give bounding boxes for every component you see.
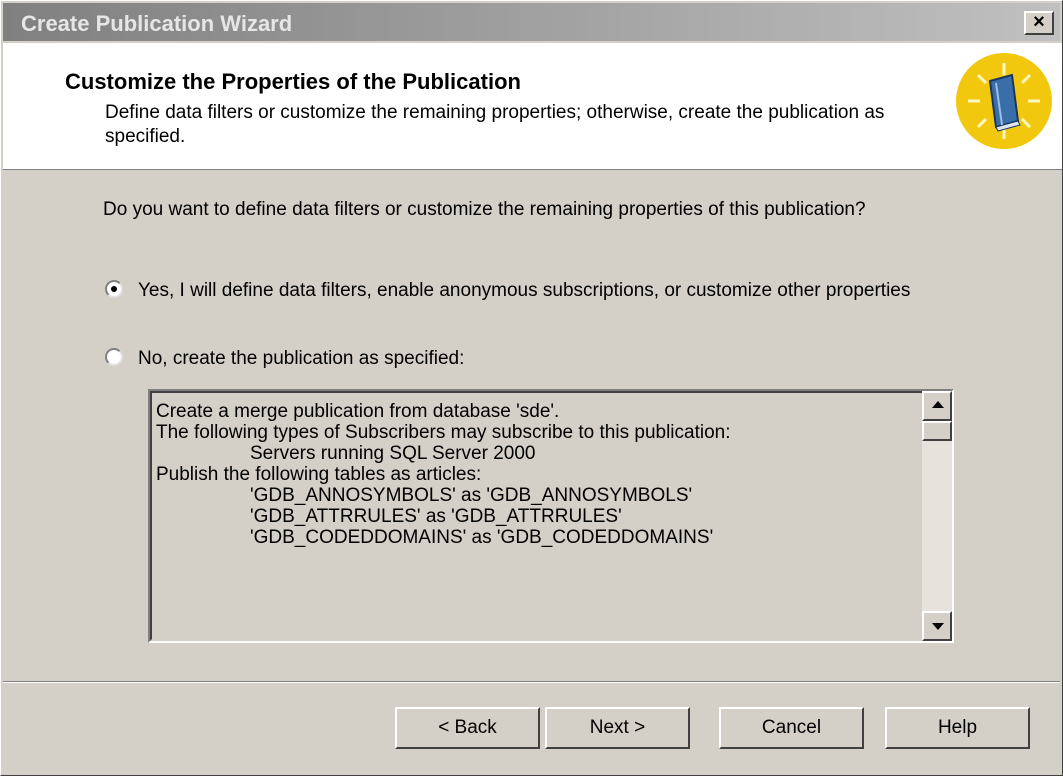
option-yes[interactable]: Yes, I will define data filters, enable … [105, 278, 925, 334]
publication-book-icon [956, 53, 1052, 149]
summary-line: 'GDB_ATTRRULES' as 'GDB_ATTRRULES' [250, 506, 622, 527]
summary-text: Create a merge publication from database… [156, 401, 916, 548]
summary-line: Servers running SQL Server 2000 [250, 443, 536, 464]
scroll-down-button[interactable] [922, 611, 952, 641]
arrow-down-icon [932, 623, 944, 630]
summary-line: Create a merge publication from database… [156, 401, 560, 422]
question-text: Do you want to define data filters or cu… [103, 199, 866, 220]
radio-no[interactable] [105, 348, 123, 366]
window-title: Create Publication Wizard [21, 11, 293, 36]
publication-summary[interactable]: Create a merge publication from database… [148, 389, 954, 643]
close-button[interactable]: × [1024, 11, 1054, 35]
cancel-button[interactable]: Cancel [719, 707, 864, 749]
wizard-header: Customize the Properties of the Publicat… [3, 43, 1062, 170]
radio-yes[interactable] [105, 280, 123, 298]
summary-line: 'GDB_CODEDDOMAINS' as 'GDB_CODEDDOMAINS' [250, 527, 714, 548]
arrow-up-icon [932, 401, 944, 408]
next-button[interactable]: Next > [545, 707, 690, 749]
option-no[interactable]: No, create the publication as specified: [105, 346, 925, 374]
summary-scrollbar[interactable] [922, 391, 952, 641]
back-button[interactable]: < Back [395, 707, 540, 749]
summary-line: 'GDB_ANNOSYMBOLS' as 'GDB_ANNOSYMBOLS' [250, 485, 693, 506]
summary-line: Publish the following tables as articles… [156, 464, 482, 485]
option-no-label: No, create the publication as specified: [138, 348, 465, 369]
help-button[interactable]: Help [885, 707, 1030, 749]
option-yes-label: Yes, I will define data filters, enable … [138, 280, 911, 301]
title-bar: Create Publication Wizard × [3, 3, 1060, 41]
scroll-thumb[interactable] [922, 421, 952, 441]
close-icon: × [1033, 11, 1045, 33]
page-description: Define data filters or customize the rem… [105, 102, 885, 147]
summary-line: The following types of Subscribers may s… [156, 422, 731, 443]
wizard-window: Create Publication Wizard × Customize th… [0, 0, 1063, 776]
page-title: Customize the Properties of the Publicat… [65, 69, 521, 94]
scroll-up-button[interactable] [922, 391, 952, 421]
footer-divider [3, 681, 1060, 683]
